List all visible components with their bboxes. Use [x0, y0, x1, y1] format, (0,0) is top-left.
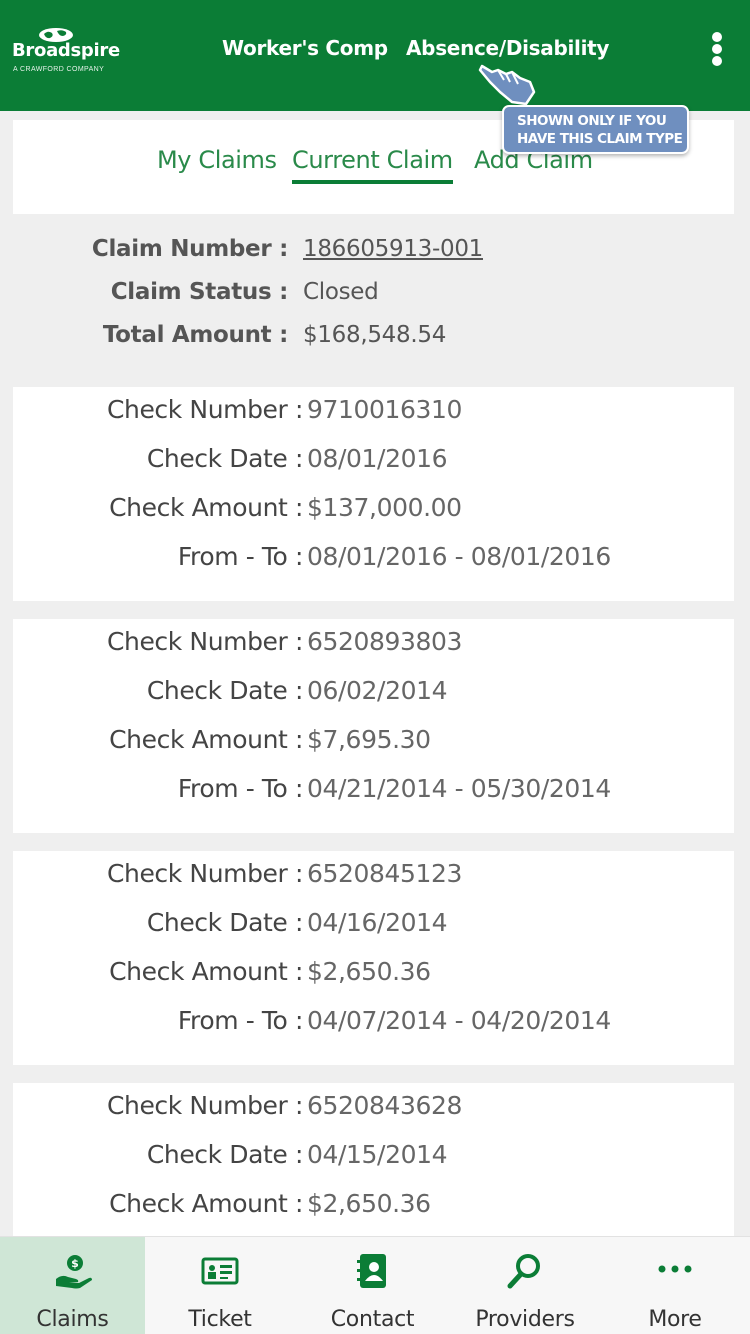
pointing-hand-icon	[478, 64, 536, 106]
check-date-row: Check Date : 04/16/2014	[13, 908, 734, 944]
bottom-nav-providers-label: Providers	[475, 1307, 575, 1332]
check-number-value: 6520843628	[307, 1091, 463, 1120]
check-date-row: Check Date : 04/15/2014	[13, 1140, 734, 1176]
claim-status-label: Claim Status :	[110, 279, 289, 305]
svg-text:$: $	[71, 1257, 79, 1270]
check-date-row: Check Date : 08/01/2016	[13, 444, 734, 480]
bottom-nav-ticket[interactable]: Ticket	[145, 1237, 295, 1334]
check-date-value: 08/01/2016	[307, 444, 448, 473]
check-number-row: Check Number : 6520893803	[13, 627, 734, 663]
check-date-row: Check Date : 06/02/2014	[13, 676, 734, 712]
check-date-value: 04/15/2014	[307, 1140, 448, 1169]
check-amount-row: Check Amount : $2,650.36	[13, 957, 734, 993]
check-number-label: Check Number :	[106, 395, 303, 424]
bottom-nav-contact[interactable]: Contact	[295, 1237, 450, 1334]
check-number-row: Check Number : 9710016310	[13, 395, 734, 431]
check-number-label: Check Number :	[106, 627, 303, 656]
check-number-label: Check Number :	[106, 1091, 303, 1120]
bottom-navigation: $ Claims Ticket Contact Providers More	[0, 1236, 750, 1334]
check-amount-value: $2,650.36	[307, 1189, 431, 1218]
tab-my-claims[interactable]: My Claims	[157, 146, 277, 174]
check-card: Check Number : 6520893803 Check Date : 0…	[13, 619, 734, 833]
bottom-nav-providers[interactable]: Providers	[450, 1237, 600, 1334]
check-range-label: From - To :	[177, 542, 304, 571]
total-amount-value: $168,548.54	[303, 322, 447, 348]
claim-status-row: Claim Status : Closed	[0, 279, 750, 319]
check-number-value: 9710016310	[307, 395, 463, 424]
check-amount-label: Check Amount :	[109, 725, 303, 754]
claim-number-label: Claim Number :	[91, 236, 288, 262]
bottom-nav-more-label: More	[648, 1307, 702, 1332]
check-range-label: From - To :	[177, 1006, 304, 1035]
magnifier-icon	[507, 1254, 540, 1289]
check-amount-value: $7,695.30	[307, 725, 431, 754]
total-amount-label: Total Amount :	[102, 322, 288, 348]
logo-sub-text: A CRAWFORD COMPANY	[13, 66, 105, 73]
check-date-value: 04/16/2014	[307, 908, 448, 937]
check-card: Check Number : 9710016310 Check Date : 0…	[13, 387, 734, 601]
callout-line-2: HAVE THIS CLAIM TYPE	[517, 131, 683, 147]
claim-type-callout: SHOWN ONLY IF YOU HAVE THIS CLAIM TYPE	[502, 105, 689, 154]
claim-status-value: Closed	[303, 279, 379, 305]
check-range-value: 04/07/2014 - 04/20/2014	[307, 1006, 611, 1035]
check-range-label: From - To :	[177, 774, 304, 803]
ellipsis-icon	[658, 1265, 692, 1273]
check-range-value: 08/01/2016 - 08/01/2016	[307, 542, 611, 571]
check-number-row: Check Number : 6520845123	[13, 859, 734, 895]
bottom-nav-contact-label: Contact	[330, 1307, 415, 1332]
app-header: Broadspire A CRAWFORD COMPANY Worker's C…	[0, 0, 750, 111]
bottom-nav-more[interactable]: More	[600, 1237, 750, 1334]
check-amount-value: $137,000.00	[307, 493, 462, 522]
check-range-value: 04/21/2014 - 05/30/2014	[307, 774, 611, 803]
address-book-icon	[356, 1254, 386, 1288]
kebab-menu-icon[interactable]	[703, 32, 731, 72]
check-date-label: Check Date :	[146, 1140, 304, 1169]
check-range-row: From - To : 04/21/2014 - 05/30/2014	[13, 774, 734, 810]
logo-brand-text: Broadspire	[12, 40, 120, 61]
check-number-row: Check Number : 6520843628	[13, 1091, 734, 1127]
check-number-value: 6520845123	[307, 859, 463, 888]
check-amount-label: Check Amount :	[109, 493, 303, 522]
nav-workers-comp[interactable]: Worker's Comp	[222, 36, 388, 60]
bottom-nav-ticket-label: Ticket	[188, 1307, 252, 1332]
callout-line-1: SHOWN ONLY IF YOU	[517, 113, 667, 129]
check-amount-row: Check Amount : $2,650.36	[13, 1189, 734, 1225]
check-amount-value: $2,650.36	[307, 957, 431, 986]
broadspire-logo[interactable]: Broadspire A CRAWFORD COMPANY	[12, 26, 122, 78]
ticket-icon	[201, 1257, 239, 1285]
total-amount-row: Total Amount : $168,548.54	[0, 322, 750, 362]
check-amount-label: Check Amount :	[109, 957, 303, 986]
bottom-nav-claims-label: Claims	[36, 1307, 109, 1332]
check-amount-row: Check Amount : $137,000.00	[13, 493, 734, 529]
claim-number-row: Claim Number : 186605913-001	[0, 236, 750, 276]
check-date-value: 06/02/2014	[307, 676, 448, 705]
check-amount-label: Check Amount :	[109, 1189, 303, 1218]
check-number-label: Check Number :	[106, 859, 303, 888]
nav-absence-disability[interactable]: Absence/Disability	[406, 36, 609, 60]
check-date-label: Check Date :	[146, 676, 304, 705]
check-amount-row: Check Amount : $7,695.30	[13, 725, 734, 761]
claim-number-link[interactable]: 186605913-001	[303, 236, 483, 262]
check-card: Check Number : 6520845123 Check Date : 0…	[13, 851, 734, 1065]
check-date-label: Check Date :	[146, 444, 304, 473]
tab-current-claim[interactable]: Current Claim	[292, 146, 453, 184]
check-number-value: 6520893803	[307, 627, 463, 656]
check-date-label: Check Date :	[146, 908, 304, 937]
check-range-row: From - To : 04/07/2014 - 04/20/2014	[13, 1006, 734, 1042]
bottom-nav-claims[interactable]: $ Claims	[0, 1237, 145, 1334]
check-range-row: From - To : 08/01/2016 - 08/01/2016	[13, 542, 734, 578]
hand-dollar-icon: $	[55, 1255, 92, 1289]
